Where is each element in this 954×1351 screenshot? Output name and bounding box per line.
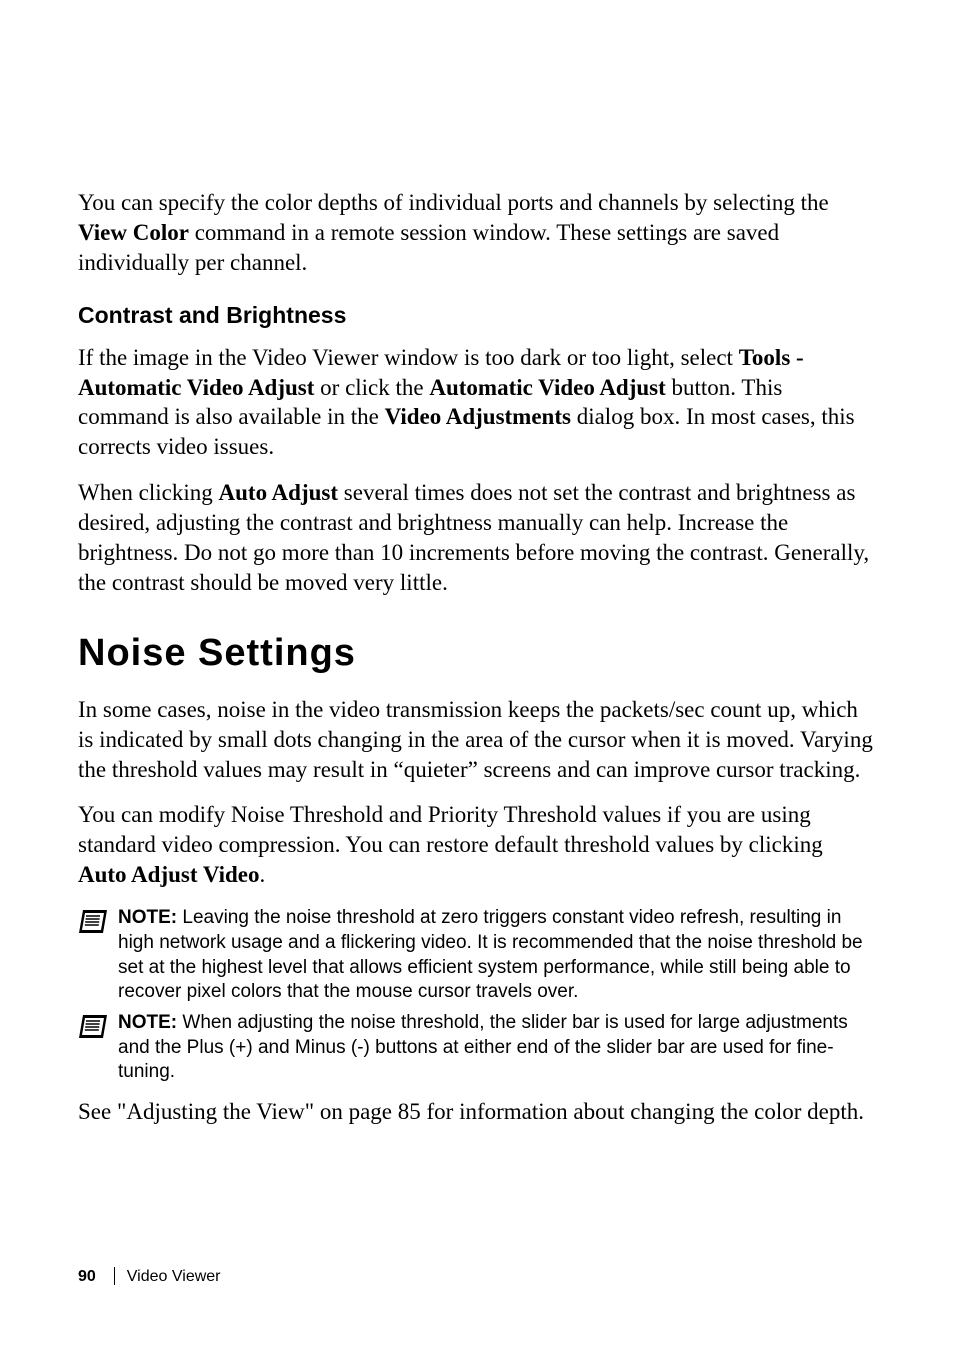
text: If the image in the Video Viewer window … [78, 345, 739, 370]
paragraph-color-depth: You can specify the color depths of indi… [78, 188, 876, 278]
paragraph-noise-intro: In some cases, noise in the video transm… [78, 695, 876, 785]
note-text-2: NOTE: When adjusting the noise threshold… [118, 1011, 876, 1085]
document-page: You can specify the color depths of indi… [0, 0, 954, 1351]
text: You can modify Noise Threshold and Prior… [78, 802, 823, 857]
text: Leaving the noise threshold at zero trig… [118, 907, 863, 1002]
term-view-color: View Color [78, 220, 189, 245]
heading-noise-settings: Noise Settings [78, 632, 876, 675]
note-label: NOTE: [118, 907, 177, 928]
paragraph-auto-adjust: When clicking Auto Adjust several times … [78, 478, 876, 598]
heading-contrast-brightness: Contrast and Brightness [78, 302, 876, 329]
note-icon [78, 908, 108, 934]
paragraph-video-adjust: If the image in the Video Viewer window … [78, 343, 876, 463]
term-auto-adjust-video: Auto Adjust Video [78, 862, 259, 887]
footer-separator [114, 1267, 115, 1285]
note-icon [78, 1013, 108, 1039]
footer-page-number: 90 [78, 1268, 96, 1285]
term-auto-video-adjust: Automatic Video Adjust [429, 375, 665, 400]
term-auto-adjust: Auto Adjust [219, 480, 339, 505]
text: You can specify the color depths of indi… [78, 190, 829, 215]
footer-section-title: Video Viewer [127, 1268, 221, 1285]
text: or click the [314, 375, 429, 400]
text: When adjusting the noise threshold, the … [118, 1012, 848, 1082]
note-block-1: NOTE: Leaving the noise threshold at zer… [78, 906, 876, 1005]
note-label: NOTE: [118, 1012, 177, 1033]
text: When clicking [78, 480, 219, 505]
paragraph-see-also: See "Adjusting the View" on page 85 for … [78, 1097, 876, 1127]
page-footer: 90 Video Viewer [78, 1267, 221, 1286]
text: . [259, 862, 265, 887]
term-video-adjustments: Video Adjustments [385, 404, 571, 429]
note-text-1: NOTE: Leaving the noise threshold at zer… [118, 906, 876, 1005]
note-block-2: NOTE: When adjusting the noise threshold… [78, 1011, 876, 1085]
paragraph-noise-threshold: You can modify Noise Threshold and Prior… [78, 800, 876, 890]
